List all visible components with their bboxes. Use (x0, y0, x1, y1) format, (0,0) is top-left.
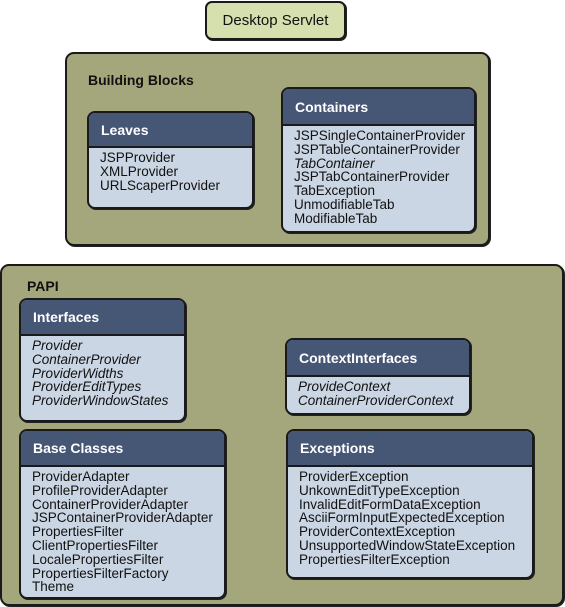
building-blocks-title: Building Blocks (88, 72, 194, 88)
containers-header: Containers (283, 89, 474, 126)
context-interfaces-box: ContextInterfaces ProvideContext Containe… (285, 338, 471, 415)
exceptions-title: Exceptions (300, 440, 375, 456)
leaves-header: Leaves (89, 113, 252, 148)
base-classes-title: Base Classes (33, 440, 124, 456)
leaves-list: JSPProvider XMLProvider URLScaperProvider (89, 148, 252, 192)
containers-title: Containers (295, 98, 369, 115)
list-item: TabException (294, 183, 376, 199)
list-item: ContainerProviderContext (298, 392, 454, 408)
containers-list: JSPSingleContainerProvider JSPTableContai… (283, 126, 474, 226)
desktop-servlet-label: Desktop Servlet (222, 12, 329, 29)
list-item: LocalePropertiesFilter (32, 551, 164, 567)
context-interfaces-list: ProvideContext ContainerProviderContext (287, 377, 469, 408)
list-item: PropertiesFilterFactory (32, 565, 169, 581)
base-classes-list: ProviderAdapter ProfileProviderAdapter Con… (21, 467, 224, 594)
list-item: ProviderContextException (299, 524, 456, 540)
list-item: ContainerProviderAdapter (32, 496, 189, 512)
list-item: URLScaperProvider (100, 177, 221, 193)
list-item: ProviderEditTypes (32, 379, 142, 395)
list-item: UnsupportedWindowStateException (299, 537, 516, 553)
list-item: JSPTableContainerProvider (294, 141, 460, 157)
list-item: AsciiFormInputExpectedException (299, 510, 505, 526)
list-item: Theme (32, 579, 75, 595)
list-item: PropertiesFilter (32, 524, 124, 540)
interfaces-header: Interfaces (21, 300, 184, 336)
list-item: JSPTabContainerProvider (294, 169, 450, 185)
building-blocks-group: Building Blocks Leaves JSPProvider XMLPro… (65, 52, 490, 246)
list-item: ModifiableTab (294, 210, 378, 226)
list-item: ProfileProviderAdapter (32, 482, 168, 498)
leaves-box: Leaves JSPProvider XMLProvider URLScaperPr… (87, 111, 254, 209)
containers-box: Containers JSPSingleContainerProvider JSP… (281, 87, 476, 233)
list-item: ClientPropertiesFilter (32, 537, 159, 553)
list-item: XMLProvider (100, 163, 179, 179)
list-item: ContainerProvider (32, 351, 141, 367)
list-item: ProviderWidths (32, 365, 124, 381)
list-item: InvalidEditFormDataException (299, 496, 481, 512)
list-item: ProviderException (299, 469, 409, 484)
list-item: PropertiesFilterException (299, 551, 450, 567)
list-item: JSPSingleContainerProvider (294, 128, 466, 143)
list-item: Provider (32, 338, 83, 353)
interfaces-title: Interfaces (33, 309, 100, 325)
exceptions-header: Exceptions (288, 431, 532, 467)
base-classes-header: Base Classes (21, 431, 224, 467)
leaves-title: Leaves (101, 121, 149, 138)
interfaces-list: Provider ContainerProvider ProviderWidths P… (21, 336, 184, 408)
list-item: JSPContainerProviderAdapter (32, 510, 213, 526)
exceptions-box: Exceptions ProviderException UnkownEditTy… (286, 429, 534, 579)
base-classes-box: Base Classes ProviderAdapter ProfileProvi… (19, 429, 226, 599)
list-item: TabContainer (294, 155, 375, 171)
list-item: UnmodifiableTab (294, 196, 395, 212)
context-interfaces-header: ContextInterfaces (287, 340, 469, 377)
list-item: JSPProvider (100, 150, 176, 165)
context-interfaces-title: ContextInterfaces (299, 349, 418, 366)
interfaces-box: Interfaces Provider ContainerProvider Prov… (19, 298, 186, 422)
list-item: UnkownEditTypeException (299, 482, 460, 498)
desktop-servlet-node: Desktop Servlet (205, 1, 346, 40)
papi-group: PAPI Interfaces Provider ContainerProvide… (0, 264, 564, 606)
list-item: ProviderAdapter (32, 469, 130, 484)
papi-title: PAPI (27, 278, 59, 294)
list-item: ProvideContext (298, 379, 391, 394)
list-item: ProviderWindowStates (32, 393, 169, 409)
exceptions-list: ProviderException UnkownEditTypeException… (288, 467, 532, 567)
